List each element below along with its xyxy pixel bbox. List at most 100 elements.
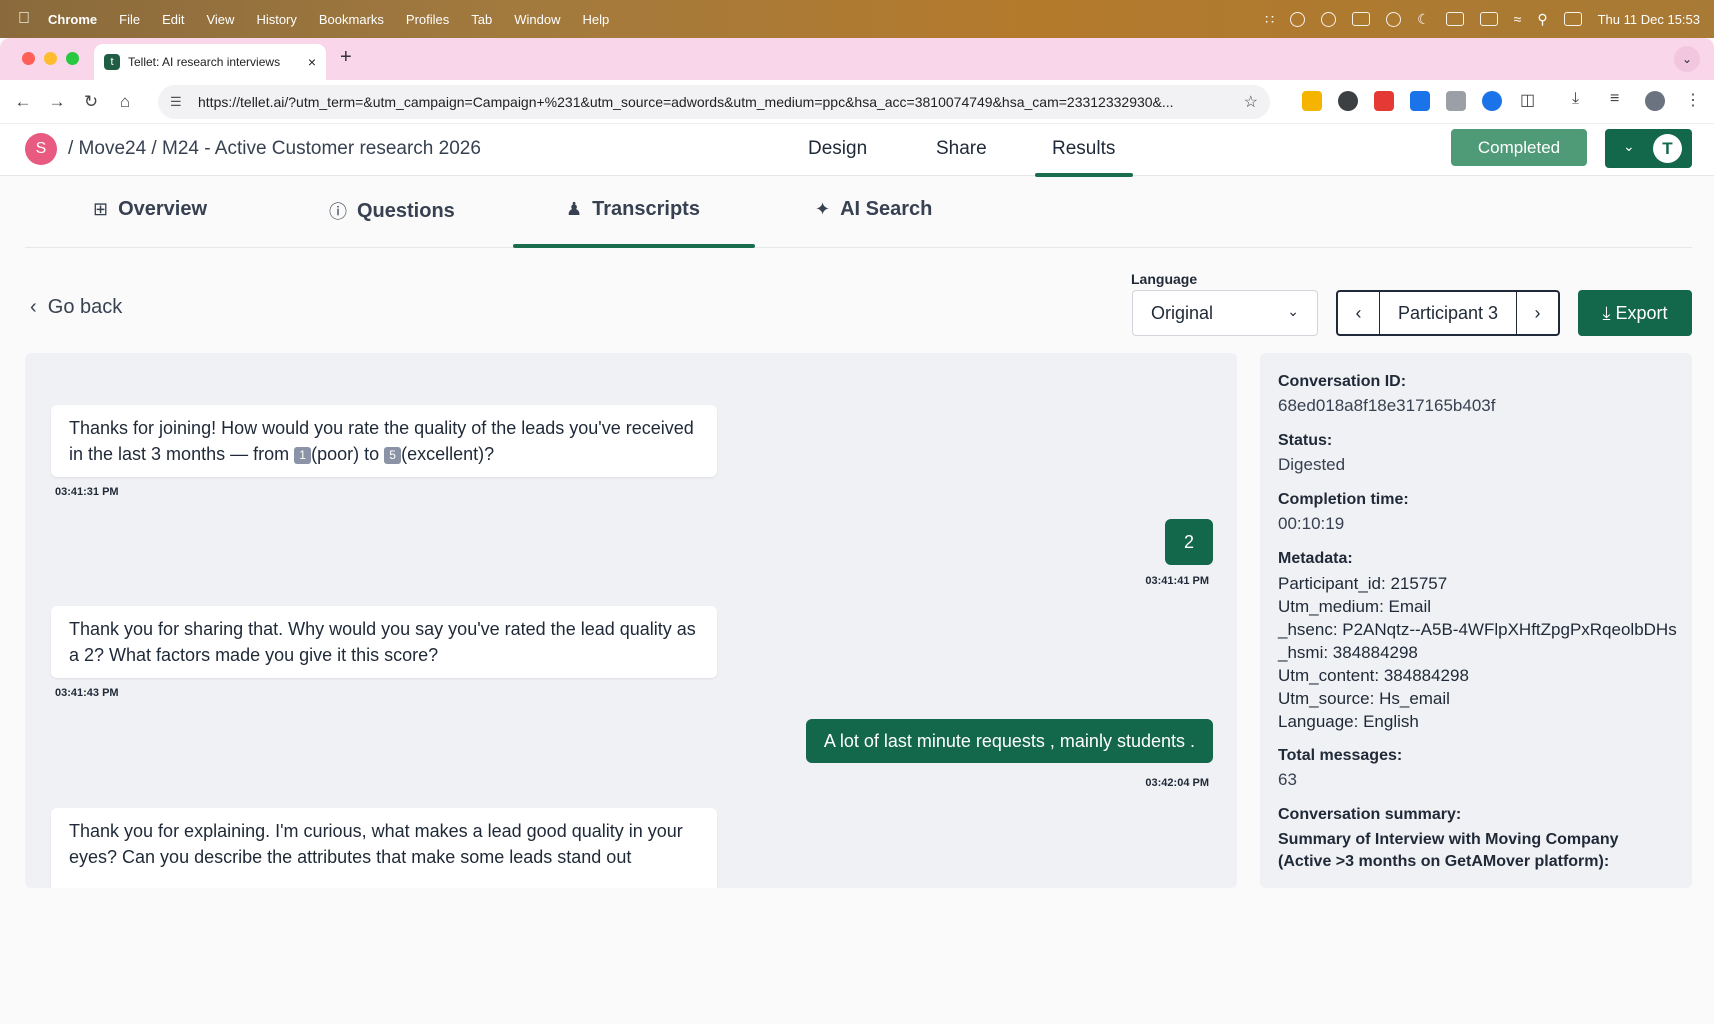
nav-results[interactable]: Results — [1052, 138, 1115, 160]
participant-label[interactable]: Participant 3 — [1380, 292, 1516, 334]
menu-edit[interactable]: Edit — [162, 12, 184, 27]
grid-icon: ⊞ — [93, 199, 109, 219]
transcript-panel[interactable]: Thanks for joining! How would you rate t… — [25, 353, 1237, 888]
completed-status-button[interactable]: Completed — [1451, 129, 1587, 166]
sparkle-icon: ✦ — [815, 199, 831, 219]
extension-color-icon[interactable] — [1302, 91, 1322, 111]
status-label: Status: — [1278, 432, 1333, 449]
close-window-button[interactable] — [22, 52, 35, 65]
address-bar[interactable]: ☰ https://tellet.ai/?utm_term=&utm_campa… — [158, 85, 1270, 119]
menubar-clock[interactable]: Thu 11 Dec 15:53 — [1598, 12, 1700, 27]
menu-help[interactable]: Help — [583, 12, 610, 27]
url-text[interactable]: https://tellet.ai/?utm_term=&utm_campaig… — [198, 94, 1238, 110]
conversation-id-label: Conversation ID: — [1278, 373, 1407, 390]
message-text-end: (excellent)? — [401, 444, 495, 464]
macos-menubar:  Chrome File Edit View History Bookmark… — [0, 0, 1714, 38]
message-timestamp: 03:41:43 PM — [55, 687, 119, 699]
download-icon: ⤓ — [1602, 303, 1611, 323]
forward-arrow-icon[interactable]: → — [40, 92, 74, 112]
menu-app-chrome[interactable]: Chrome — [48, 12, 97, 27]
metadata-item: Language: English — [1278, 712, 1419, 731]
menu-tab[interactable]: Tab — [471, 12, 492, 27]
results-subtabs: ⊞ Overview ⓘ Questions ♟ Transcripts ✦ A… — [25, 176, 1692, 248]
tab-transcripts[interactable]: ♟ Transcripts — [566, 198, 700, 221]
play-icon[interactable] — [1386, 11, 1402, 27]
participant-pager: ‹ Participant 3 › — [1336, 290, 1560, 336]
menu-bookmarks[interactable]: Bookmarks — [319, 12, 384, 27]
keycap-one: 1 — [294, 447, 312, 464]
site-settings-icon[interactable]: ☰ — [170, 94, 192, 110]
workspace-avatar[interactable]: S — [25, 133, 57, 165]
home-icon[interactable]: ⌂ — [108, 92, 142, 112]
breadcrumb[interactable]: / Move24 / M24 - Active Customer researc… — [68, 138, 481, 160]
maximize-window-button[interactable] — [66, 52, 79, 65]
extension-translate-icon[interactable] — [1410, 91, 1430, 111]
notion-icon[interactable] — [1352, 12, 1371, 26]
apple-icon[interactable]:  — [0, 10, 48, 28]
extension-camera-icon[interactable] — [1446, 91, 1466, 111]
menu-profiles[interactable]: Profiles — [406, 12, 449, 27]
language-label: Language — [1131, 271, 1198, 287]
close-tab-icon[interactable]: × — [308, 54, 316, 70]
profile-avatar-icon[interactable] — [1645, 91, 1665, 111]
tellet-favicon-icon: t — [104, 54, 120, 70]
bookmark-star-icon[interactable]: ☆ — [1238, 92, 1258, 112]
media-control-icon[interactable]: ≡ — [1610, 90, 1619, 108]
grammarly-icon[interactable] — [1321, 11, 1337, 27]
status-value: Digested — [1278, 455, 1346, 474]
browser-toolbar: ← → ↻ ⌂ ☰ https://tellet.ai/?utm_term=&u… — [0, 80, 1714, 124]
user-menu-button[interactable]: ⌄ T — [1605, 129, 1692, 168]
export-label: Export — [1615, 303, 1668, 323]
metadata-item: Utm_content: 384884298 — [1278, 666, 1469, 685]
completion-time-value: 00:10:19 — [1278, 514, 1345, 533]
tab-ai-search[interactable]: ✦ AI Search — [815, 198, 932, 221]
wifi-icon[interactable]: ≈ — [1514, 11, 1522, 27]
assistant-message: Thank you for sharing that. Why would yo… — [51, 606, 717, 678]
go-back-button[interactable]: ‹ Go back — [30, 296, 122, 319]
minimize-window-button[interactable] — [44, 52, 57, 65]
user-avatar: T — [1653, 134, 1682, 163]
tab-title: Tellet: AI research interviews — [128, 55, 281, 69]
message-timestamp: 03:42:04 PM — [1145, 777, 1209, 789]
extension-bolt-icon[interactable] — [1338, 91, 1358, 111]
menu-view[interactable]: View — [206, 12, 234, 27]
window-controls — [22, 52, 79, 65]
moon-icon[interactable]: ☾ — [1417, 11, 1430, 28]
extension-record-icon[interactable] — [1374, 91, 1394, 111]
conversation-info-panel[interactable]: Conversation ID: 68ed018a8f18e317165b403… — [1260, 353, 1692, 888]
previous-participant-button[interactable]: ‹ — [1338, 292, 1380, 334]
next-participant-button[interactable]: › — [1516, 292, 1558, 334]
reload-icon[interactable]: ↻ — [74, 92, 108, 112]
back-arrow-icon[interactable]: ← — [6, 92, 40, 112]
tellet-app: S / Move24 / M24 - Active Customer resea… — [0, 124, 1714, 906]
conversation-summary-text: Summary of Interview with Moving Company… — [1278, 831, 1619, 870]
chrome-menu-icon[interactable]: ⋮ — [1685, 90, 1701, 110]
spotlight-icon[interactable]: ⚲ — [1537, 11, 1547, 28]
browser-window: t Tellet: AI research interviews × + ⌄ ←… — [0, 38, 1714, 906]
export-button[interactable]: ⤓ Export — [1578, 290, 1692, 336]
language-select[interactable]: Original ⌄ — [1132, 290, 1318, 336]
menu-file[interactable]: File — [119, 12, 140, 27]
tab-strip: t Tellet: AI research interviews × + ⌄ — [0, 38, 1714, 80]
cloud-icon[interactable] — [1290, 11, 1306, 27]
battery-icon[interactable] — [1479, 12, 1498, 26]
keyboard-input-icon[interactable] — [1445, 12, 1464, 26]
tab-questions[interactable]: ⓘ Questions — [329, 198, 455, 224]
status-area: ∷ ☾ ≈ ⚲ Thu 11 Dec 15:53 — [1265, 0, 1700, 38]
download-icon[interactable]: ⤓ — [1572, 90, 1579, 108]
tab-search-chevron-icon[interactable]: ⌄ — [1674, 46, 1700, 72]
new-tab-icon[interactable]: + — [340, 46, 352, 69]
control-center-icon[interactable] — [1563, 12, 1582, 26]
tab-overview[interactable]: ⊞ Overview — [93, 198, 207, 221]
slack-icon[interactable]: ∷ — [1265, 11, 1274, 28]
menu-window[interactable]: Window — [514, 12, 560, 27]
nav-design[interactable]: Design — [808, 138, 867, 160]
browser-tab-active[interactable]: t Tellet: AI research interviews × — [94, 44, 326, 80]
nav-share[interactable]: Share — [936, 138, 987, 160]
extension-gear-icon[interactable] — [1482, 91, 1502, 111]
metadata-item: _hsmi: 384884298 — [1278, 643, 1418, 662]
message-timestamp: 03:41:31 PM — [55, 486, 119, 498]
message-text-mid: (poor) to — [311, 444, 385, 464]
menu-history[interactable]: History — [256, 12, 296, 27]
extensions-puzzle-icon[interactable]: ◫ — [1520, 90, 1535, 110]
